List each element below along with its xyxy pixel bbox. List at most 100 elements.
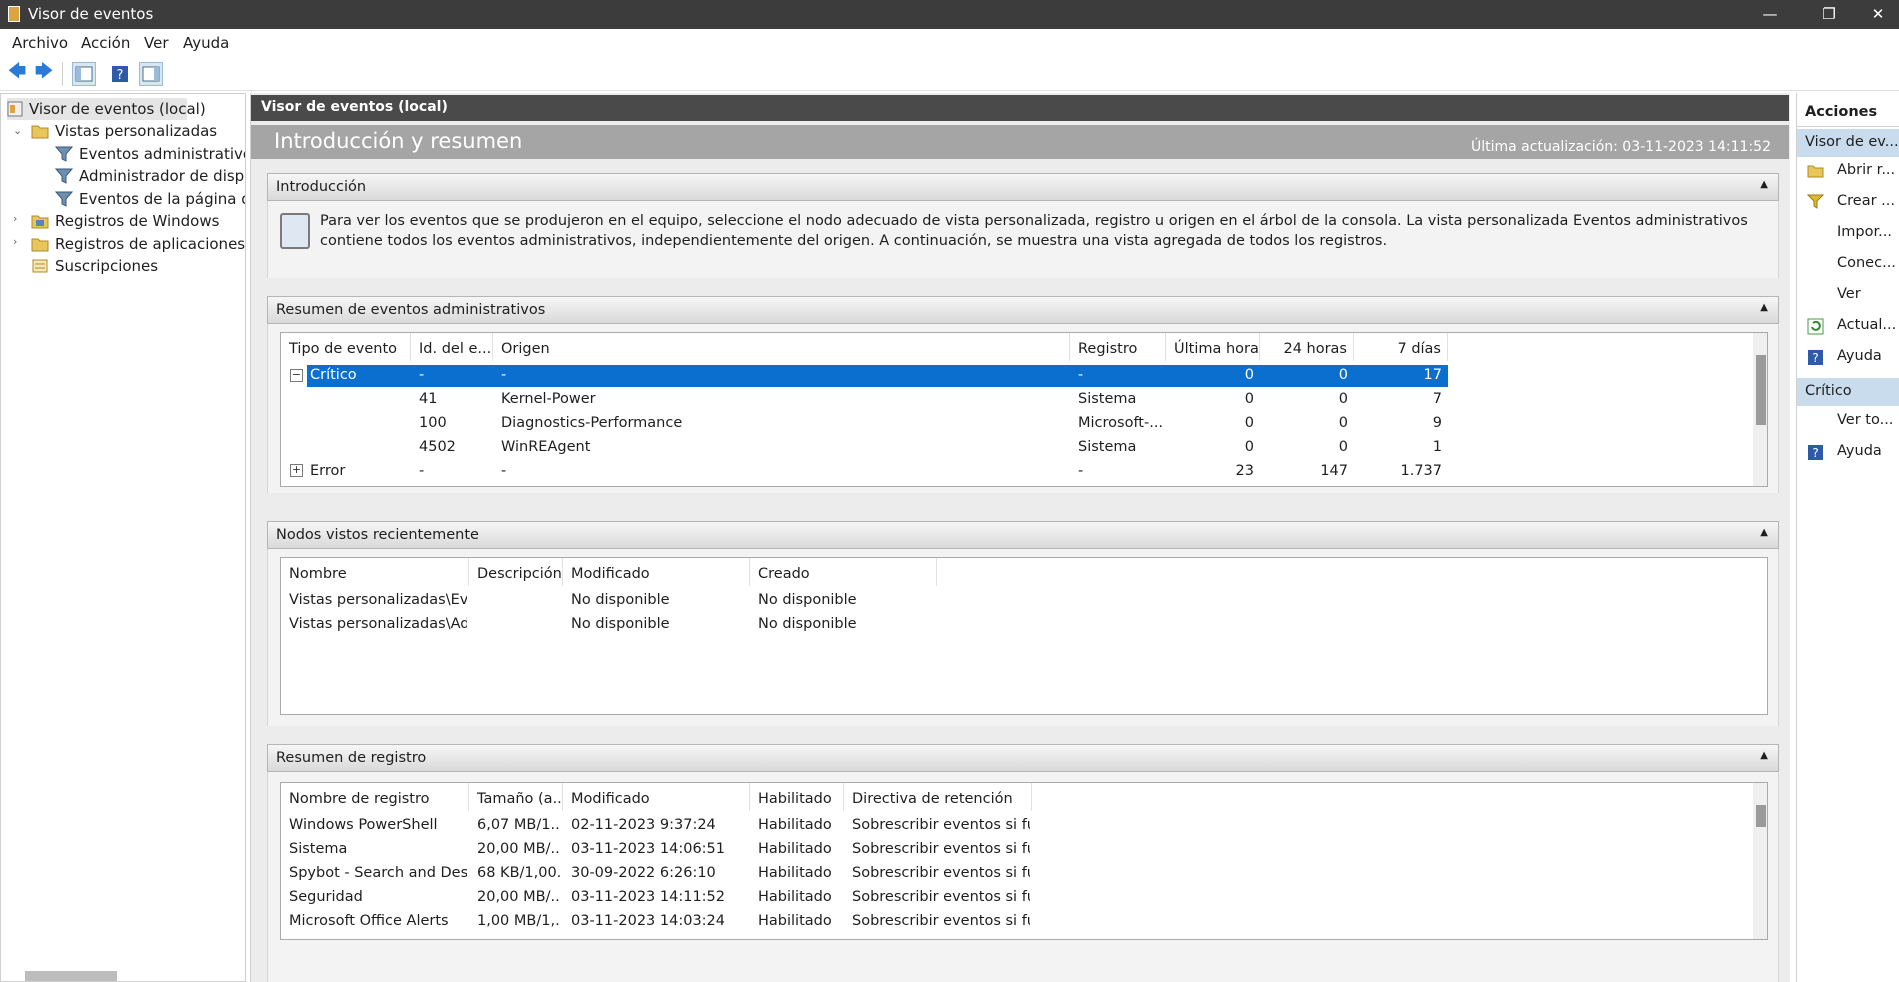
cell-name[interactable]: Vistas personalizadas\Eve... (289, 590, 467, 612)
action-help-critical[interactable]: ? Ayuda (1797, 440, 1899, 466)
actions-group-critical[interactable]: Crítico (1797, 378, 1899, 406)
cell-log: - (1078, 463, 1084, 479)
action-connect[interactable]: Conec... (1797, 252, 1899, 278)
tree-item-event-viewer-local[interactable]: Visor de eventos (local) (7, 98, 206, 120)
menu-ayuda[interactable]: Ayuda (183, 34, 229, 52)
tree-item-custom-views[interactable]: Vistas personalizadas (31, 120, 217, 142)
show-hide-tree-icon[interactable] (72, 62, 96, 86)
filter-icon (54, 146, 74, 162)
section-header-log-summary[interactable]: Resumen de registro ▲ (267, 744, 1779, 772)
action-view-all[interactable]: Ver to... (1797, 409, 1899, 435)
column-header[interactable]: Registro (1070, 333, 1166, 361)
column-header[interactable]: Modificado (563, 558, 750, 586)
tree-item-device-manager[interactable]: Administrador de disposi (54, 165, 245, 187)
svg-text:?: ? (1812, 446, 1818, 460)
intro-text: Para ver los eventos que se produjeron e… (320, 213, 1748, 249)
cell-size: 20,00 MB/... (477, 841, 561, 857)
column-header[interactable]: 24 horas (1260, 333, 1354, 361)
tree-item-app-logs[interactable]: Registros de aplicaciones y se (31, 233, 246, 255)
action-create-view[interactable]: Crear ... (1797, 190, 1899, 216)
vertical-scrollbar[interactable] (1753, 333, 1767, 486)
action-open-log[interactable]: Abrir r... (1797, 159, 1899, 185)
tree-item-label: Registros de aplicaciones y se (55, 235, 246, 253)
cell-log-name[interactable]: Sistema (289, 839, 467, 861)
action-view[interactable]: Ver (1797, 283, 1899, 309)
column-header[interactable]: Descripción (469, 558, 563, 586)
cell-last-hour: 23 (1235, 463, 1254, 479)
cell-modified: No disponible (571, 592, 670, 608)
cell-log-name[interactable]: Spybot - Search and Dest... (289, 863, 467, 885)
column-header[interactable]: Directiva de retención (844, 783, 1032, 811)
expand-plus-icon[interactable]: + (290, 464, 303, 477)
section-title: Introducción (276, 179, 367, 195)
column-header[interactable]: Tamaño (a... (469, 783, 563, 811)
cell-retention: Sobrescribir eventos si fu... (852, 817, 1030, 833)
menu-archivo[interactable]: Archivo (12, 34, 68, 52)
action-import-view[interactable]: Impor... (1797, 221, 1899, 247)
restore-icon[interactable]: ❐ (1806, 0, 1852, 29)
column-header[interactable]: Origen (493, 333, 1070, 361)
cell-last-hour: 0 (1244, 415, 1254, 431)
column-header[interactable]: Nombre de registro (281, 783, 469, 811)
column-header[interactable]: Creado (750, 558, 937, 586)
minimize-icon[interactable]: — (1747, 0, 1793, 29)
section-body-recent: Nombre Descripción Modificado Creado Vis… (267, 549, 1779, 726)
column-header[interactable]: 7 días (1354, 333, 1448, 361)
column-header[interactable]: Nombre (281, 558, 469, 586)
collapse-minus-icon[interactable]: − (290, 369, 303, 382)
action-help[interactable]: ? Ayuda (1797, 345, 1899, 371)
tree-item-windows-logs[interactable]: Registros de Windows (31, 210, 219, 232)
show-action-pane-icon[interactable] (139, 62, 163, 86)
actions-group-event-viewer[interactable]: Visor de ev... (1797, 129, 1899, 157)
chevron-right-icon[interactable]: › (13, 212, 17, 225)
event-viewer-icon (7, 101, 23, 117)
help-icon[interactable]: ? (108, 62, 132, 86)
section-header-recent[interactable]: Nodos vistos recientemente ▲ (267, 521, 1779, 549)
action-label: Abrir r... (1837, 162, 1896, 178)
window-title: Visor de eventos (28, 5, 154, 23)
column-header[interactable]: Id. del e... (411, 333, 493, 361)
section-body-summary: Tipo de evento Id. del e... Origen Regis… (267, 324, 1779, 493)
column-header[interactable]: Última hora (1166, 333, 1260, 361)
tree-item-page-events[interactable]: Eventos de la página de r (54, 188, 245, 210)
section-body-intro: Para ver los eventos que se produjeron e… (267, 201, 1779, 278)
collapse-icon[interactable]: ▲ (1760, 750, 1768, 761)
menu-accion[interactable]: Acción (81, 34, 130, 52)
cell-modified: 03-11-2023 14:11:52 (571, 889, 725, 905)
column-header[interactable]: Tipo de evento (281, 333, 411, 361)
section-title: Resumen de eventos administrativos (276, 302, 546, 318)
chevron-right-icon[interactable]: › (13, 235, 17, 248)
cell-retention: Sobrescribir eventos si fu... (852, 913, 1030, 929)
cell-log-name[interactable]: Seguridad (289, 887, 467, 909)
forward-arrow-icon[interactable]: 🡆 (32, 61, 56, 86)
refresh-icon (1807, 318, 1824, 335)
section-header-summary[interactable]: Resumen de eventos administrativos ▲ (267, 296, 1779, 324)
cell-name[interactable]: Vistas personalizadas\Ad... (289, 614, 467, 636)
cell-enabled: Habilitado (758, 817, 832, 833)
collapse-icon[interactable]: ▲ (1760, 527, 1768, 538)
collapse-icon[interactable]: ▲ (1760, 302, 1768, 313)
section-header-intro[interactable]: Introducción ▲ (267, 173, 1779, 201)
horizontal-scrollbar-thumb[interactable] (25, 971, 117, 981)
close-icon[interactable]: ✕ (1855, 0, 1899, 29)
pane-header: Visor de eventos (local) (251, 95, 1789, 121)
collapse-icon[interactable]: ▲ (1760, 179, 1768, 190)
cell-log-name[interactable]: Microsoft Office Alerts (289, 911, 467, 933)
tree-item-subscriptions[interactable]: Suscripciones (31, 255, 158, 277)
scrollbar-thumb[interactable] (1756, 355, 1766, 425)
toolbar-separator (62, 62, 63, 86)
column-header[interactable]: Modificado (563, 783, 750, 811)
vertical-scrollbar[interactable] (1753, 783, 1767, 939)
cell-log-name[interactable]: Windows PowerShell (289, 815, 467, 837)
cell-last-hour: 0 (1244, 367, 1254, 383)
scrollbar-thumb[interactable] (1756, 805, 1766, 827)
action-refresh[interactable]: Actual... (1797, 314, 1899, 340)
tree-item-label: Vistas personalizadas (55, 122, 218, 140)
back-arrow-icon[interactable]: 🡄 (5, 61, 29, 86)
tree-item-admin-events[interactable]: Eventos administrativos (54, 143, 245, 165)
center-pane: Visor de eventos (local) Introducción y … (250, 93, 1790, 982)
action-label: Crear ... (1837, 193, 1895, 209)
column-header[interactable]: Habilitado (750, 783, 844, 811)
menu-ver[interactable]: Ver (144, 34, 169, 52)
chevron-down-icon[interactable]: ⌄ (13, 124, 22, 137)
